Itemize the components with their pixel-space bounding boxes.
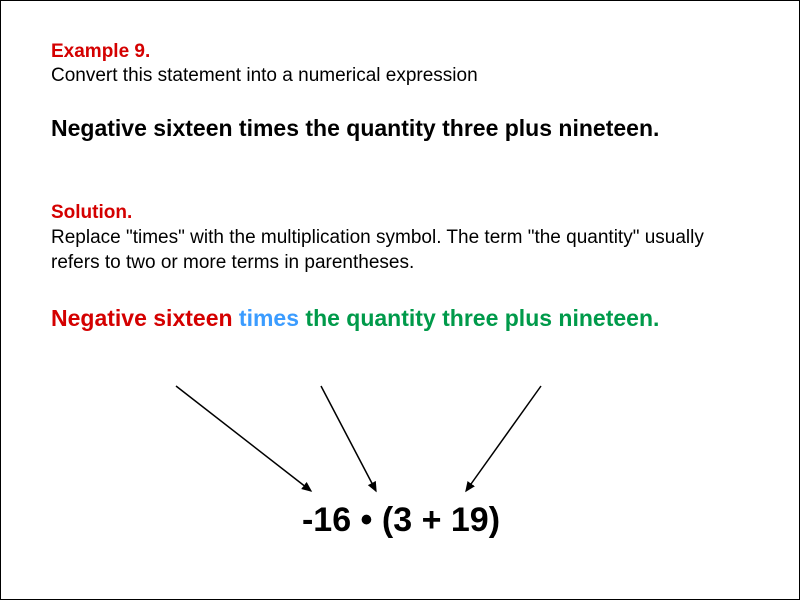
problem-statement: Negative sixteen times the quantity thre…	[51, 115, 749, 142]
instruction-text: Convert this statement into a numerical …	[51, 65, 749, 87]
phrase-blue: times	[239, 305, 305, 331]
phrase-green: the quantity three plus nineteen.	[305, 305, 659, 331]
phrase-red: Negative sixteen	[51, 305, 239, 331]
arrows-diagram	[1, 381, 800, 511]
numerical-expression: -16 • (3 + 19)	[1, 501, 800, 540]
example-label: Example 9.	[51, 41, 749, 63]
solution-label: Solution.	[51, 202, 749, 224]
arrow-right-icon	[466, 386, 541, 491]
worksheet-content: Example 9. Convert this statement into a…	[1, 1, 799, 332]
arrow-middle-icon	[321, 386, 376, 491]
arrow-left-icon	[176, 386, 311, 491]
solution-explanation: Replace "times" with the multiplication …	[51, 226, 749, 275]
colored-statement: Negative sixteen times the quantity thre…	[51, 305, 749, 332]
